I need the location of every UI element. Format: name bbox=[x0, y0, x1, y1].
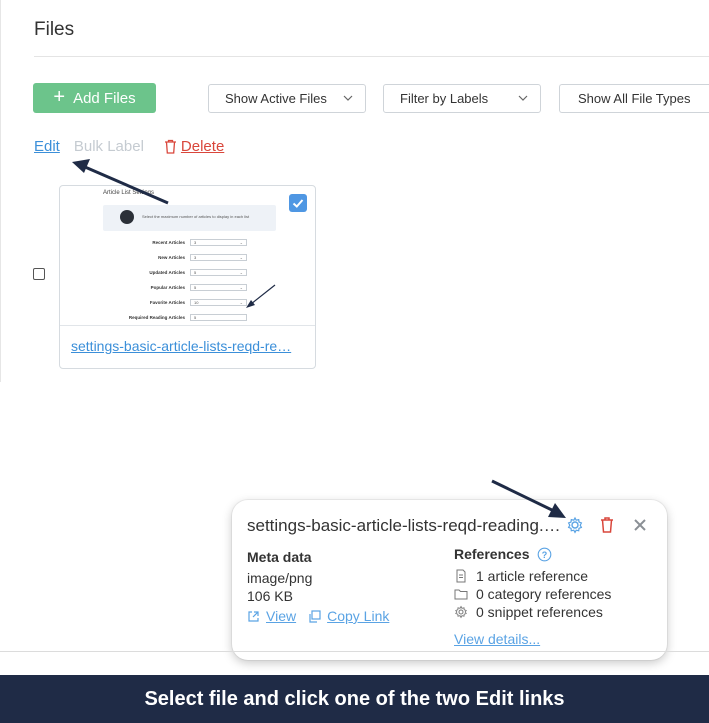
delete-label: Delete bbox=[180, 138, 225, 155]
file-card[interactable]: Article List Settings Select the maximum… bbox=[59, 185, 316, 369]
file-thumbnail: Article List Settings Select the maximum… bbox=[60, 186, 315, 326]
references-heading-text: References bbox=[454, 546, 530, 562]
article-reference-line: 1 article reference bbox=[454, 568, 588, 584]
mime-type: image/png bbox=[247, 570, 313, 586]
file-details-popup: settings-basic-article-lists-reqd-readin… bbox=[232, 500, 667, 660]
file-actions-bar: Edit Bulk Label Delete bbox=[34, 138, 224, 155]
chevron-down-icon bbox=[343, 95, 353, 101]
bulk-label-link[interactable]: Bulk Label bbox=[74, 138, 144, 155]
close-icon[interactable] bbox=[630, 515, 650, 535]
category-reference-text: 0 category references bbox=[476, 586, 612, 602]
copy-link[interactable]: Copy Link bbox=[327, 608, 389, 624]
active-files-value: Show Active Files bbox=[225, 91, 327, 106]
snippet-reference-text: 0 snippet references bbox=[476, 604, 603, 620]
external-link-icon bbox=[248, 610, 259, 622]
instruction-text: Select file and click one of the two Edi… bbox=[144, 687, 565, 710]
page-title: Files bbox=[34, 19, 75, 40]
add-files-label: Add Files bbox=[73, 89, 136, 107]
gear-icon[interactable] bbox=[565, 515, 585, 535]
trash-icon bbox=[164, 139, 176, 154]
labels-filter-dropdown[interactable]: Filter by Labels bbox=[383, 84, 541, 113]
file-size: 106 KB bbox=[247, 588, 293, 604]
add-files-button[interactable]: + Add Files bbox=[33, 83, 156, 113]
view-link[interactable]: View bbox=[266, 608, 296, 624]
file-details-title: settings-basic-article-lists-reqd-readin… bbox=[247, 516, 561, 535]
file-types-value: Show All File Types bbox=[578, 91, 691, 106]
trash-icon[interactable] bbox=[597, 515, 617, 535]
labels-filter-value: Filter by Labels bbox=[400, 91, 489, 106]
file-name-text: settings-basic-article-lists-reqd-re… bbox=[71, 338, 292, 354]
chevron-down-icon bbox=[518, 95, 528, 101]
meta-links: View Copy Link bbox=[247, 608, 389, 624]
left-border-line bbox=[0, 0, 1, 382]
bottom-divider bbox=[0, 651, 709, 652]
active-files-dropdown[interactable]: Show Active Files bbox=[208, 84, 366, 113]
document-icon bbox=[456, 569, 466, 583]
file-name-link[interactable]: settings-basic-article-lists-reqd-re… bbox=[71, 338, 291, 354]
folder-icon bbox=[454, 589, 468, 600]
title-divider bbox=[34, 56, 709, 57]
references-heading: References ? bbox=[454, 546, 552, 562]
file-types-dropdown[interactable]: Show All File Types bbox=[559, 84, 709, 113]
help-icon[interactable]: ? bbox=[537, 547, 552, 562]
copy-icon bbox=[309, 609, 321, 623]
file-select-checkbox[interactable] bbox=[33, 268, 45, 280]
snippet-reference-line: 0 snippet references bbox=[454, 604, 603, 620]
category-reference-line: 0 category references bbox=[454, 586, 611, 602]
selected-check-icon[interactable] bbox=[289, 194, 307, 212]
gear-icon bbox=[455, 605, 467, 619]
view-details-link[interactable]: View details... bbox=[454, 631, 540, 647]
meta-data-heading: Meta data bbox=[247, 549, 312, 565]
instruction-banner: Select file and click one of the two Edi… bbox=[0, 675, 709, 723]
article-reference-text: 1 article reference bbox=[476, 568, 589, 584]
svg-text:?: ? bbox=[541, 550, 547, 560]
plus-icon: + bbox=[53, 86, 66, 108]
thumbnail-arrow-annotation bbox=[246, 284, 276, 308]
delete-link[interactable]: Delete bbox=[164, 138, 224, 155]
edit-link[interactable]: Edit bbox=[34, 138, 60, 155]
